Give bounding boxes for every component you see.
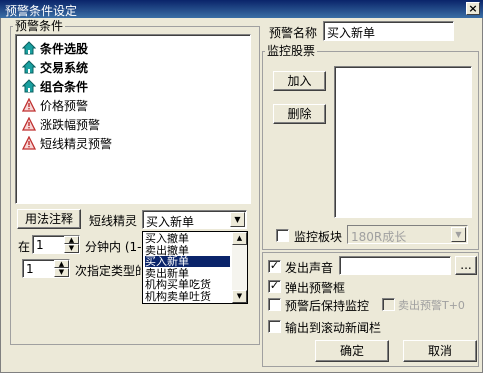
monitor-block-value: 180R成长: [351, 230, 407, 244]
sell-alert-label: 卖出预警T+0: [398, 299, 465, 312]
popup-checkbox[interactable]: ✓: [268, 280, 281, 293]
alert-name-input[interactable]: 买入新单: [323, 21, 454, 41]
dropdown-option[interactable]: 买入新单: [145, 256, 230, 267]
sound-label: 发出声音: [285, 261, 334, 275]
check-icon: ✓: [269, 279, 280, 292]
browse-button[interactable]: ...: [455, 256, 477, 275]
tree-item[interactable]: 交易系统: [22, 58, 88, 76]
tree-item-label: 涨跌幅预警: [40, 117, 101, 132]
sell-alert-checkbox: [382, 298, 395, 311]
minutes-down-icon[interactable]: ▼: [64, 244, 79, 253]
times-stepper[interactable]: 1 ▲ ▼: [22, 259, 70, 278]
conditions-legend: 预警条件: [15, 19, 64, 33]
monitor-stock-list[interactable]: [334, 66, 472, 218]
scroll-up-icon[interactable]: ▲: [232, 232, 247, 245]
times-up-icon[interactable]: ▲: [54, 260, 69, 268]
house-icon: [22, 41, 36, 55]
tree-item-label: 价格预警: [40, 98, 89, 113]
triangle-alert-icon: [22, 136, 36, 150]
popup-label: 弹出预警框: [285, 281, 346, 295]
chevron-down-icon[interactable]: ▼: [230, 212, 245, 227]
cancel-button[interactable]: 取消: [403, 340, 477, 362]
minutes-up-icon[interactable]: ▲: [64, 236, 79, 244]
tree-item-label: 条件选股: [40, 41, 89, 56]
house-icon: [22, 79, 36, 93]
tree-item-label: 交易系统: [40, 60, 89, 75]
dropdown-option[interactable]: 机构买单吃货: [145, 279, 230, 290]
monitor-legend: 监控股票: [267, 44, 316, 58]
sprite-selected-value: 买入新单: [146, 215, 195, 229]
minutes-stepper[interactable]: 1 ▲ ▼: [32, 235, 80, 254]
tree-item-label: 短线精灵预警: [40, 136, 113, 151]
title-bar[interactable]: 预警条件设定 ×: [0, 0, 483, 18]
tree-item[interactable]: 条件选股: [22, 39, 88, 57]
add-button[interactable]: 加入: [273, 71, 326, 91]
check-icon: ✓: [269, 259, 280, 272]
delete-button[interactable]: 删除: [273, 104, 326, 124]
ok-button[interactable]: 确定: [315, 340, 389, 362]
tree-item[interactable]: 涨跌幅预警: [22, 115, 100, 133]
sprite-label: 短线精灵: [89, 214, 138, 228]
scroll-track[interactable]: [232, 245, 247, 290]
minutes-value: 1: [36, 238, 44, 252]
tree-item[interactable]: 价格预警: [22, 96, 88, 114]
minutes-prefix: 在: [18, 240, 31, 254]
triangle-alert-icon: [22, 117, 36, 131]
times-value: 1: [26, 262, 34, 276]
triangle-alert-icon: [22, 98, 36, 112]
sound-checkbox[interactable]: ✓: [268, 260, 281, 273]
dropdown-option[interactable]: 机构卖单吐货: [145, 291, 230, 302]
alert-name-value: 买入新单: [327, 26, 376, 40]
dropdown-option[interactable]: 买入撤单: [145, 233, 230, 244]
alert-name-label: 预警名称: [269, 26, 318, 40]
scroll-down-icon[interactable]: ▼: [232, 290, 247, 303]
sprite-dropdown-list[interactable]: 买入撤单 卖出撤单 买入新单 卖出新单 机构买单吃货 机构卖单吐货 ▲ ▼: [142, 231, 248, 304]
tree-item[interactable]: 短线精灵预警: [22, 134, 112, 152]
tree-item[interactable]: 组合条件: [22, 77, 88, 95]
house-icon: [22, 60, 36, 74]
sound-path-input[interactable]: [339, 256, 451, 275]
conditions-tree[interactable]: 条件选股交易系统组合条件价格预警涨跌幅预警短线精灵预警: [15, 34, 251, 204]
usage-button[interactable]: 用法注释: [17, 209, 81, 229]
window-title: 预警条件设定: [5, 4, 78, 18]
monitor-block-label: 监控板块: [294, 230, 343, 244]
news-label: 输出到滚动新闻栏: [285, 321, 382, 335]
monitor-block-checkbox[interactable]: [276, 229, 289, 242]
sprite-select[interactable]: 买入新单 ▼: [142, 210, 247, 229]
times-down-icon[interactable]: ▼: [54, 268, 69, 277]
keep-monitor-label: 预警后保持监控: [285, 299, 370, 313]
dropdown-scrollbar[interactable]: ▲ ▼: [232, 232, 247, 303]
chevron-down-icon: ▼: [451, 227, 466, 242]
tree-item-label: 组合条件: [40, 79, 89, 94]
keep-monitor-checkbox[interactable]: [268, 298, 281, 311]
dropdown-option[interactable]: 卖出新单: [145, 268, 230, 279]
times-text: 次指定类型的: [75, 264, 141, 278]
news-checkbox[interactable]: [268, 320, 281, 333]
minutes-text: 分钟内 (1-6: [85, 240, 141, 254]
monitor-block-select: 180R成长 ▼: [347, 225, 468, 244]
dropdown-option[interactable]: 卖出撤单: [145, 245, 230, 256]
close-button[interactable]: ×: [466, 2, 480, 15]
